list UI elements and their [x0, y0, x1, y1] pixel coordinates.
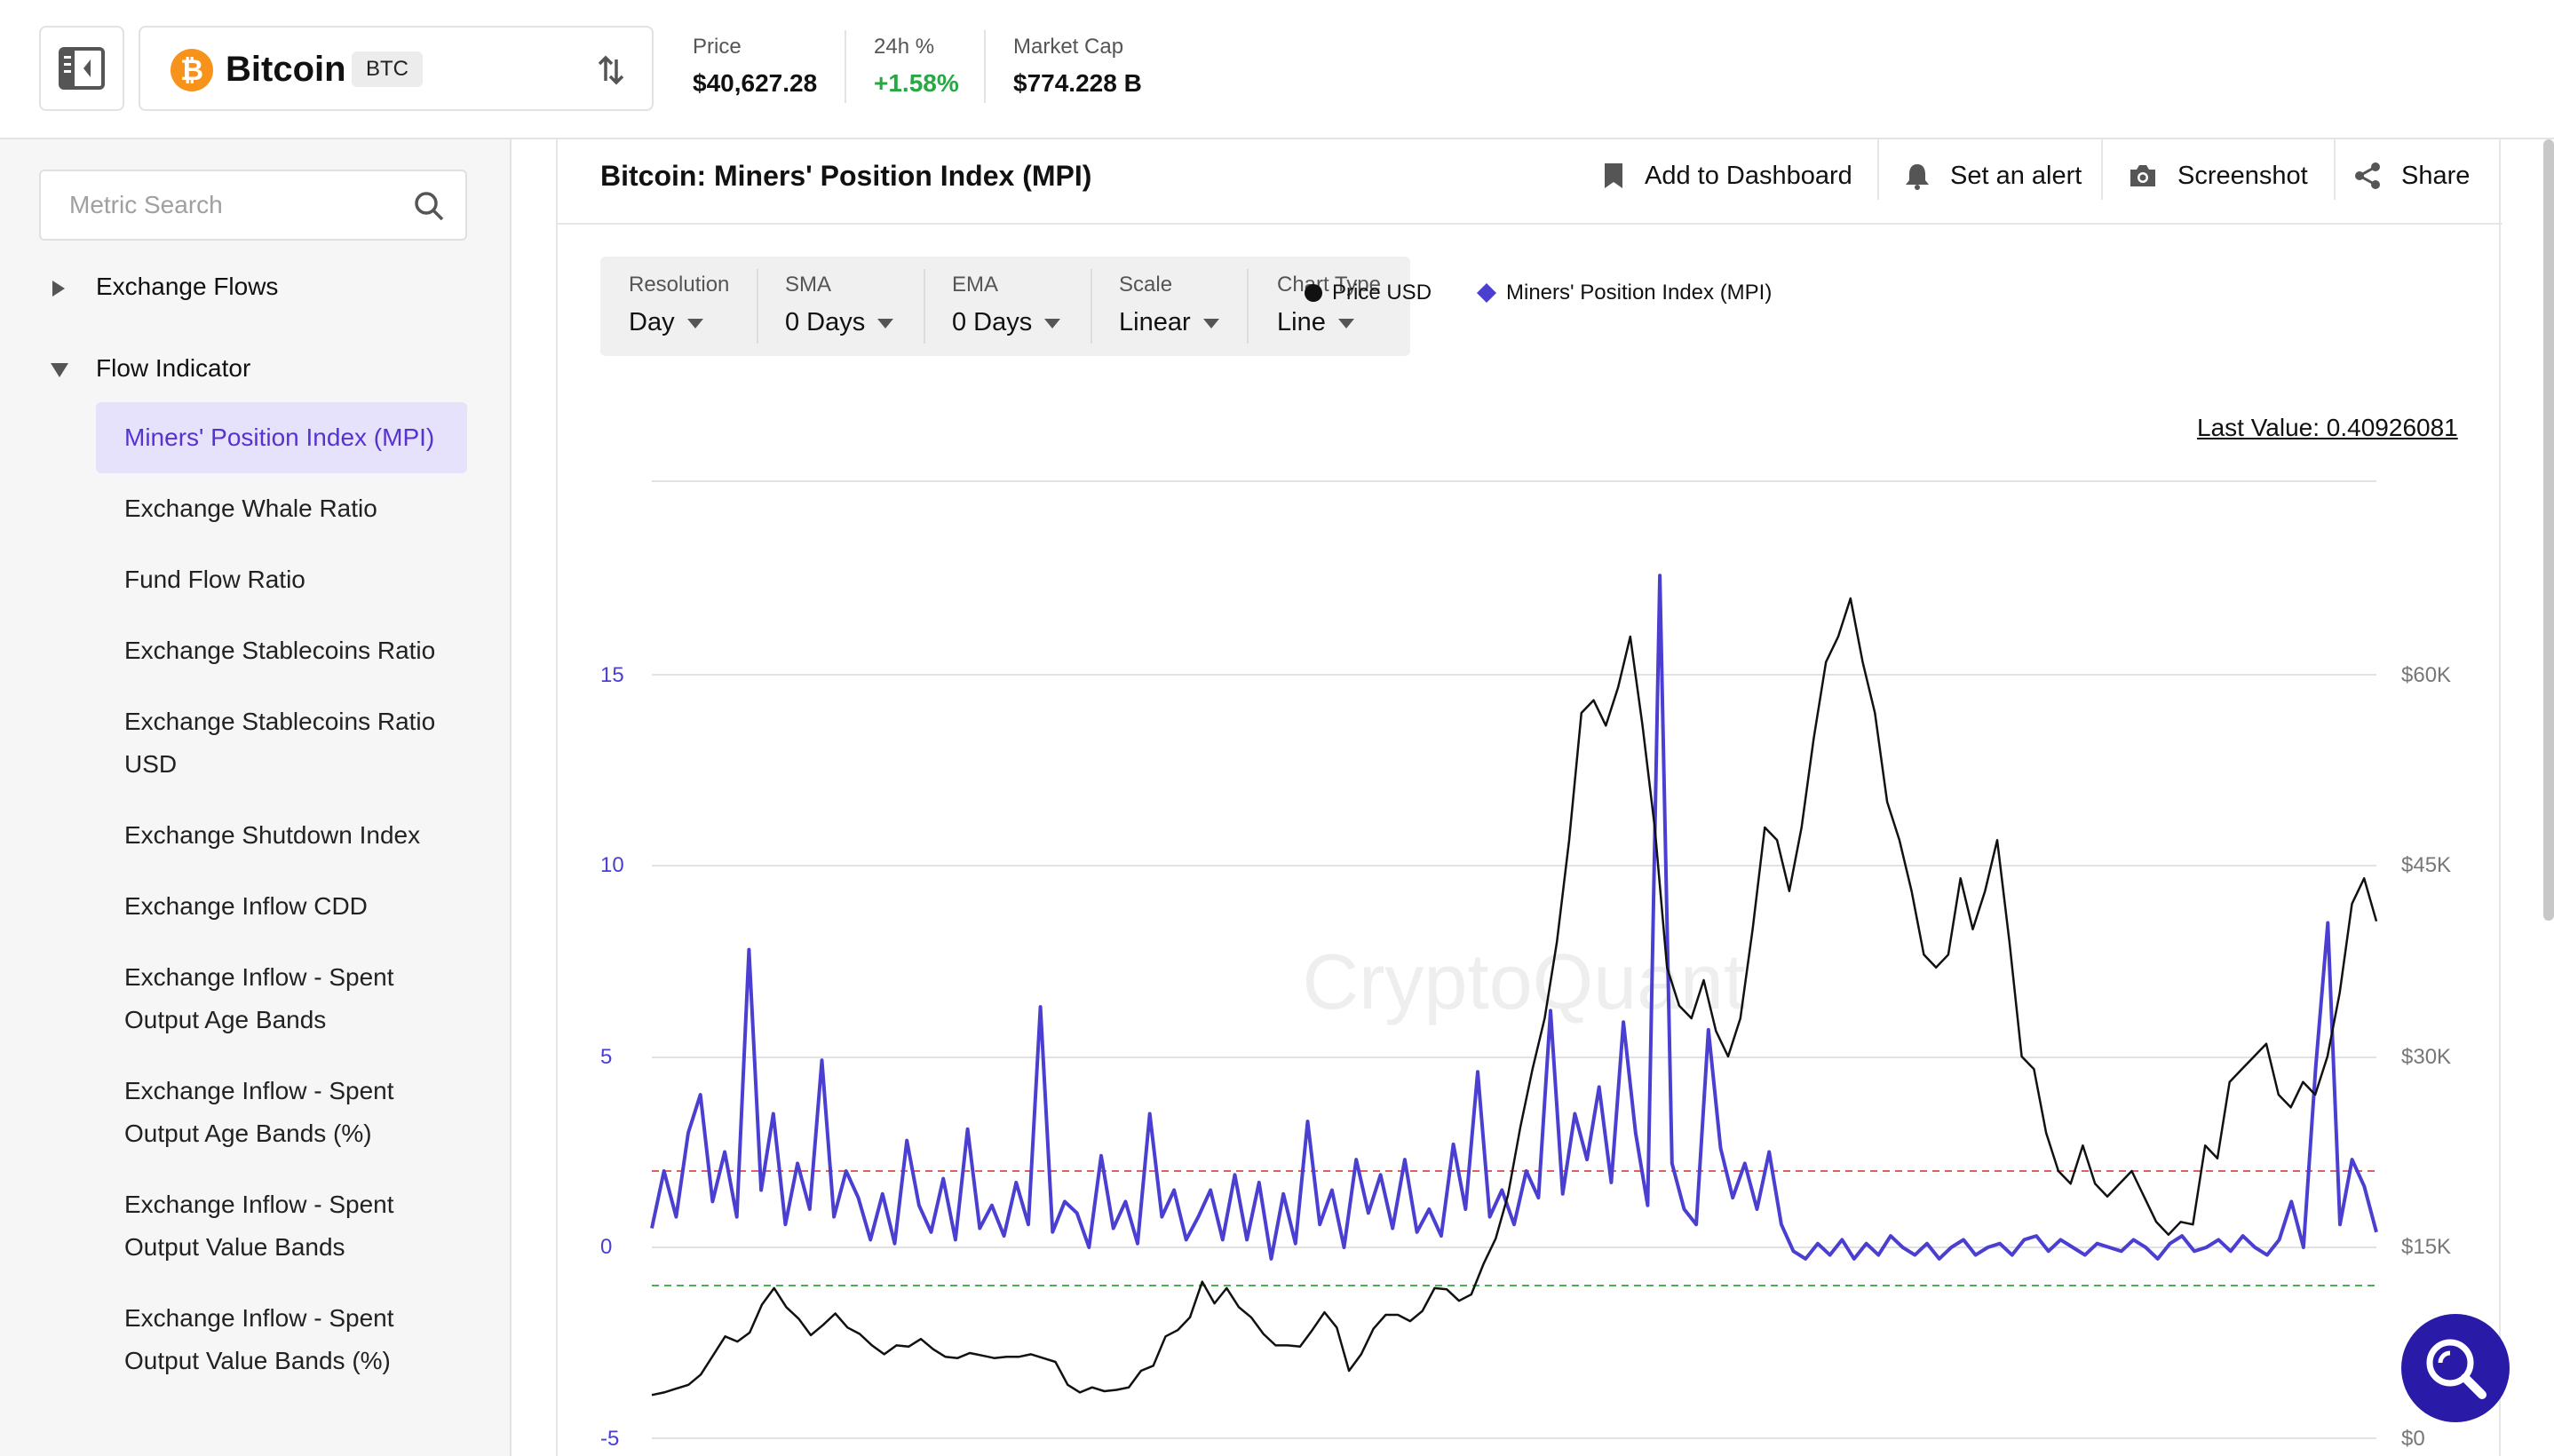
y-left-tick: 5 — [600, 1045, 613, 1069]
y-left-tick: 15 — [600, 663, 624, 687]
mpi-line-chart[interactable]: CryptoQuant — [0, 0, 2554, 1456]
magnifier-icon — [2426, 1339, 2487, 1399]
y-right-tick: $30K — [2401, 1045, 2452, 1069]
search-fab-button[interactable] — [2401, 1314, 2510, 1422]
y-right-tick: $60K — [2401, 663, 2452, 687]
y-right-tick: $45K — [2401, 853, 2452, 877]
page-scrollbar[interactable] — [2543, 139, 2554, 921]
y-left-tick: 10 — [600, 853, 624, 877]
y-left-tick: -5 — [600, 1427, 620, 1451]
chart-watermark: CryptoQuant — [1303, 938, 1746, 1025]
y-right-tick: $15K — [2401, 1235, 2452, 1259]
y-left-tick: 0 — [600, 1235, 613, 1259]
y-right-tick: $0 — [2401, 1427, 2425, 1451]
threshold-lines — [652, 1170, 2376, 1286]
